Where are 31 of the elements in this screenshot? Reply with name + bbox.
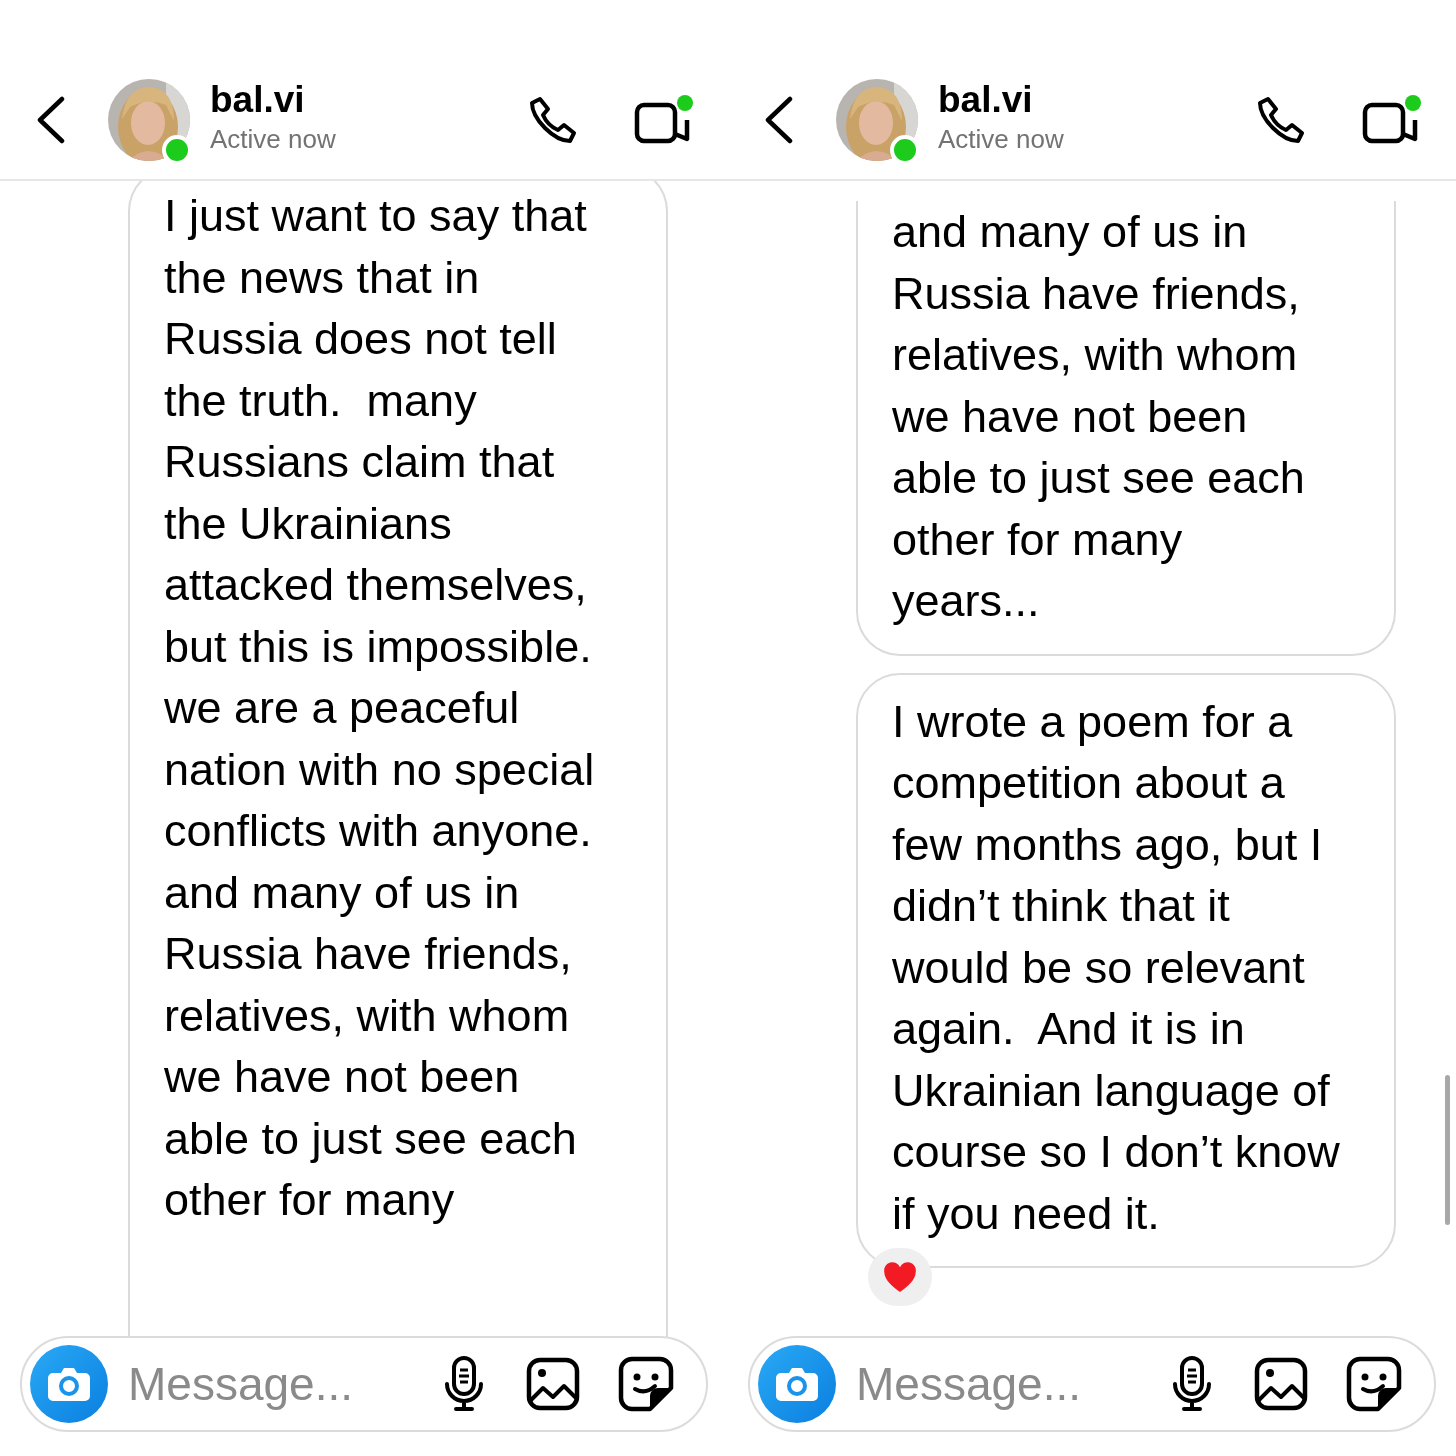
message-field[interactable]: Message... xyxy=(856,1352,1172,1416)
image-icon[interactable] xyxy=(1254,1357,1308,1411)
message-text: I just want to say that the news that in Russia does not tell the truth. many Russians claim that the Ukrainians attacked themselves, but this is impossible. we are a peaceful nation with no special conflicts with anyone. xyxy=(164,189,596,858)
activity-status: Active now xyxy=(938,122,1064,156)
message-bar[interactable]: Message... xyxy=(20,1336,708,1432)
sticker-icon[interactable] xyxy=(618,1356,674,1412)
microphone-icon[interactable] xyxy=(444,1356,484,1412)
microphone-icon[interactable] xyxy=(1172,1356,1212,1412)
image-icon[interactable] xyxy=(526,1357,580,1411)
message-text: and many of us in Russia have friends, relatives, with whom we have not been able to just see each other for many years... xyxy=(892,205,1306,628)
video-call-icon[interactable] xyxy=(634,93,694,146)
camera-icon xyxy=(47,1366,91,1402)
camera-button[interactable] xyxy=(758,1345,836,1423)
activity-status: Active now xyxy=(210,122,336,156)
video-call-icon[interactable] xyxy=(1362,93,1422,146)
phone-icon[interactable] xyxy=(1256,94,1306,145)
back-icon[interactable] xyxy=(36,95,66,144)
message-field[interactable]: Message... xyxy=(128,1352,444,1416)
username: bal.vi xyxy=(938,77,1033,122)
message-text: I wrote a poem for a competition about a few months ago, but I didn’t think that it would be so relevant again. And it is in Ukrainian language of course so I don’t know if you need it. xyxy=(892,694,1340,1241)
camera-button[interactable] xyxy=(30,1345,108,1423)
message-text: and many of us in Russia have friends, relatives, with whom we have not been able to just see each other for many xyxy=(164,865,578,1227)
username: bal.vi xyxy=(210,77,305,122)
heart-icon xyxy=(882,1260,918,1294)
phone-icon[interactable] xyxy=(528,94,578,145)
sticker-icon[interactable] xyxy=(1346,1356,1402,1412)
camera-icon xyxy=(775,1366,819,1402)
reaction-badge[interactable] xyxy=(868,1248,932,1306)
message-bar[interactable]: Message... xyxy=(748,1336,1436,1432)
back-icon[interactable] xyxy=(764,95,794,144)
scrollbar[interactable] xyxy=(1445,1075,1450,1225)
